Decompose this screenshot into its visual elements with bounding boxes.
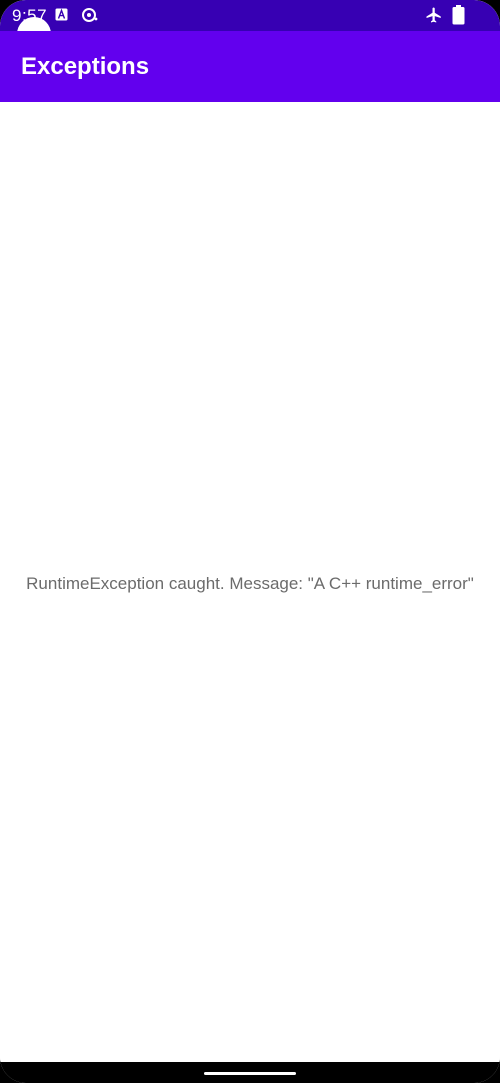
app-title: Exceptions	[21, 53, 150, 80]
status-bar: 9:57	[0, 0, 500, 31]
app-bar: Exceptions	[0, 31, 500, 102]
device-screen: 9:57 Exceptions RuntimeException caught.…	[0, 0, 500, 1083]
navigation-bar	[0, 1062, 500, 1083]
exception-message: RuntimeException caught. Message: "A C++…	[26, 574, 474, 593]
sync-icon	[81, 7, 99, 23]
battery-icon	[452, 5, 465, 25]
home-gesture-handle[interactable]	[204, 1072, 296, 1075]
text-a-icon	[55, 8, 68, 21]
main-content: RuntimeException caught. Message: "A C++…	[0, 102, 500, 1062]
airplane-mode-icon	[425, 6, 443, 24]
